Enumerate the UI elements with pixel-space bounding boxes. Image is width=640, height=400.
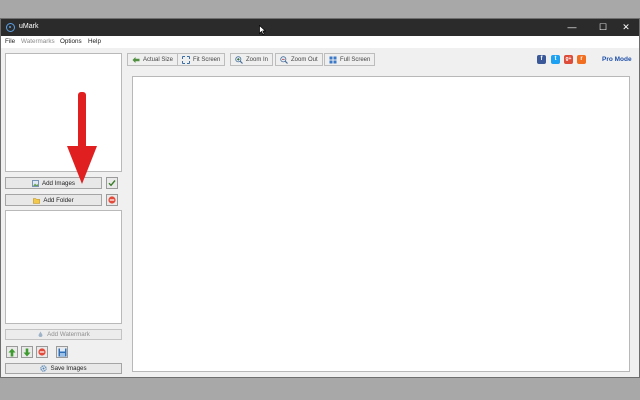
annotation-arrow-icon <box>67 92 97 184</box>
remove-button[interactable] <box>106 194 118 206</box>
menu-watermarks[interactable]: Watermarks <box>21 38 55 45</box>
confirm-button[interactable] <box>106 177 118 189</box>
minimize-button[interactable]: — <box>559 19 585 36</box>
menu-help[interactable]: Help <box>88 38 101 45</box>
save-preset-button[interactable] <box>56 346 68 358</box>
actual-size-label: Actual Size <box>143 56 174 63</box>
zoom-in-label: Zoom In <box>246 56 269 63</box>
arrow-up-icon <box>8 348 16 356</box>
remove-icon <box>38 348 46 356</box>
arrow-down-icon <box>23 348 31 356</box>
close-button[interactable]: ✕ <box>613 19 639 36</box>
title-bar: uMark — ☐ ✕ <box>1 19 639 36</box>
gear-icon <box>40 365 48 372</box>
add-folder-label: Add Folder <box>43 196 74 204</box>
folder-icon <box>33 197 41 204</box>
save-images-button[interactable]: Save Images <box>5 363 122 374</box>
pro-mode-link[interactable]: Pro Mode <box>602 56 632 63</box>
zoom-out-button[interactable]: Zoom Out <box>275 53 323 66</box>
add-watermark-label: Add Watermark <box>47 331 90 338</box>
fit-screen-icon <box>182 55 190 64</box>
image-list-panel[interactable] <box>5 53 122 172</box>
image-icon <box>32 179 39 187</box>
checkmark-icon <box>108 180 116 187</box>
app-logo-icon <box>6 23 15 32</box>
actual-size-button[interactable]: Actual Size <box>127 53 179 66</box>
menu-options[interactable]: Options <box>60 38 82 45</box>
facebook-icon[interactable]: f <box>537 55 546 64</box>
fit-screen-button[interactable]: Fit Screen <box>177 53 226 66</box>
menu-bar: File Watermarks Options Help <box>1 36 639 48</box>
screen: uMark — ☐ ✕ File Watermarks Options Help… <box>0 0 640 400</box>
floppy-disk-icon <box>58 348 66 356</box>
full-screen-icon <box>329 56 337 63</box>
preview-canvas[interactable] <box>132 76 630 372</box>
window-title: uMark <box>19 23 39 30</box>
zoom-in-button[interactable]: Zoom In <box>230 53 274 66</box>
watermark-icon <box>37 331 44 338</box>
zoom-in-icon <box>235 55 243 64</box>
rss-icon[interactable]: r <box>577 55 586 64</box>
zoom-out-icon <box>280 55 288 64</box>
add-folder-button[interactable]: Add Folder <box>5 194 102 206</box>
mouse-cursor-icon <box>259 25 266 35</box>
move-down-button[interactable] <box>21 346 33 358</box>
fit-screen-label: Fit Screen <box>193 56 221 63</box>
remove-icon <box>108 196 116 204</box>
google-plus-icon[interactable]: g+ <box>564 55 573 64</box>
save-images-label: Save Images <box>50 365 87 372</box>
move-up-button[interactable] <box>6 346 18 358</box>
twitter-icon[interactable]: t <box>551 55 560 64</box>
zoom-out-label: Zoom Out <box>291 56 318 63</box>
delete-watermark-button[interactable] <box>36 346 48 358</box>
actual-size-icon <box>132 56 140 63</box>
add-watermark-button[interactable]: Add Watermark <box>5 329 122 340</box>
menu-file[interactable]: File <box>5 38 15 45</box>
watermark-list-panel[interactable] <box>5 210 122 324</box>
full-screen-label: Full Screen <box>340 56 371 63</box>
full-screen-button[interactable]: Full Screen <box>324 53 376 66</box>
